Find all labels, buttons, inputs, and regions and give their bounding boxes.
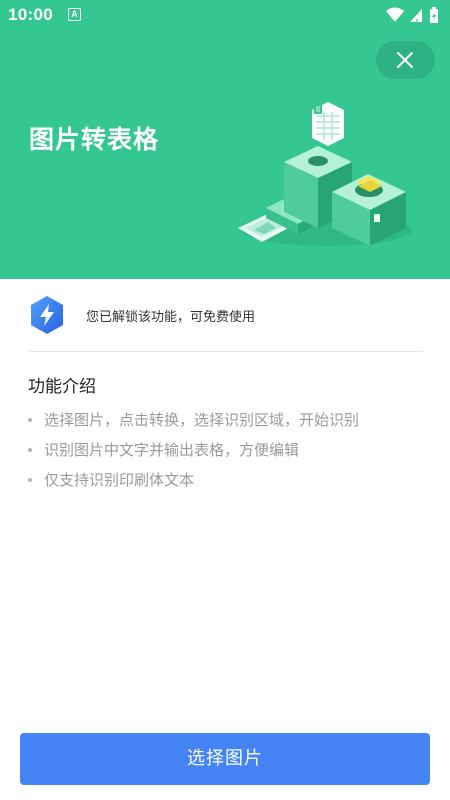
spreadsheet-document-icon — [312, 102, 344, 146]
image-to-table-illustration — [238, 102, 412, 246]
section-title: 功能介绍 — [28, 377, 96, 397]
select-image-button[interactable]: 选择图片 — [20, 733, 430, 785]
svg-text:x: x — [415, 17, 419, 24]
unlock-text: 您已解锁该功能，可免费使用 — [86, 310, 256, 325]
lightning-badge-icon — [31, 296, 63, 334]
status-time: 10:00 — [8, 5, 53, 24]
bullet-dot — [28, 418, 32, 422]
notification-icon: A — [68, 8, 81, 21]
close-button[interactable] — [376, 41, 435, 79]
status-bar: 10:00 A x — [0, 0, 450, 32]
header-banner: 10:00 A x 图片转表格 — [0, 0, 450, 279]
battery-charging-icon — [430, 7, 438, 23]
list-item: 仅支持识别印刷体文本 — [28, 468, 428, 498]
signal-icon: x — [410, 9, 422, 24]
wifi-icon — [386, 7, 404, 22]
list-item: 选择图片，点击转换，选择识别区域，开始识别 — [28, 408, 428, 438]
list-item-text: 识别图片中文字并输出表格，方便编辑 — [44, 441, 300, 459]
close-icon — [397, 52, 413, 68]
bullet-dot — [28, 448, 32, 452]
list-item: 识别图片中文字并输出表格，方便编辑 — [28, 438, 428, 468]
list-item-text: 仅支持识别印刷体文本 — [44, 471, 195, 489]
feature-list: 选择图片，点击转换，选择识别区域，开始识别 识别图片中文字并输出表格，方便编辑 … — [28, 408, 428, 498]
divider — [29, 351, 423, 352]
list-item-text: 选择图片，点击转换，选择识别区域，开始识别 — [44, 411, 360, 429]
bullet-dot — [28, 478, 32, 482]
unlock-notice: 您已解锁该功能，可免费使用 — [0, 279, 450, 351]
page-title: 图片转表格 — [29, 125, 160, 154]
status-icons: x — [386, 7, 438, 24]
